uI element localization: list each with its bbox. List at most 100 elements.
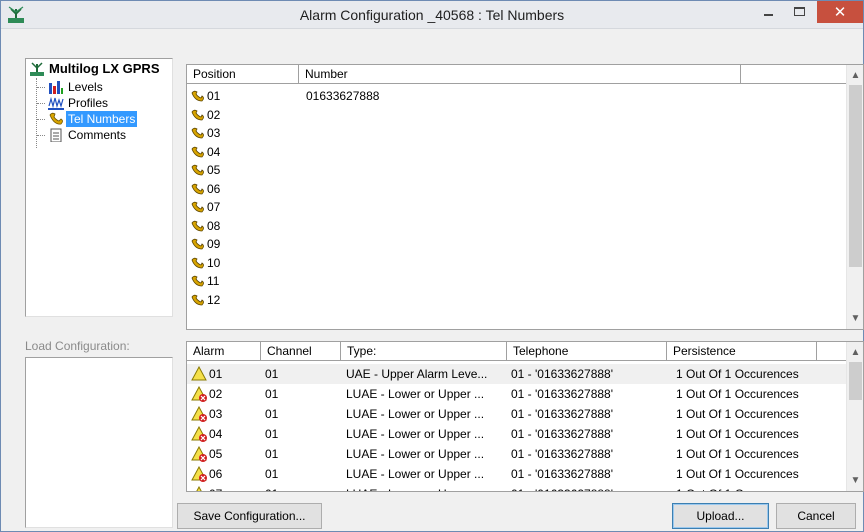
position-value: 10 [207,255,221,270]
position-cell: 05 [191,161,301,179]
position-cell: 06 [191,180,301,198]
antenna-icon [30,62,44,76]
alarm-row[interactable]: 04 01 LUAE - Lower or Upper ... 01 - '01633… [187,424,847,444]
column-header-telephone[interactable]: Telephone [507,342,667,361]
bell-disabled-icon [191,446,207,462]
column-header-alarm[interactable]: Alarm [187,342,261,361]
minimize-button[interactable] [753,1,783,25]
tree-item-label: Tel Numbers [66,111,138,127]
column-header-number[interactable]: Number [299,65,741,84]
tel-number-row[interactable]: 06 [187,180,847,198]
scroll-up-icon[interactable]: ▲ [847,344,863,361]
alarm-value: 07 [209,487,222,491]
alarm-row[interactable]: 02 01 LUAE - Lower or Upper ... 01 - '01633… [187,384,847,404]
position-value: 11 [207,274,220,288]
column-header-empty[interactable] [817,342,847,361]
tree-root-label: Multilog LX GPRS [49,61,160,76]
tree-item-levels[interactable]: Levels [48,79,105,95]
configuration-tree[interactable]: Multilog LX GPRS Levels Profiles Tel Num… [25,58,173,317]
alarm-row[interactable]: 01 01 UAE - Upper Alarm Leve... 01 - '01633… [187,364,847,384]
scroll-down-icon[interactable]: ▼ [847,310,863,327]
alarm-cell: 01 [191,364,257,384]
position-value: 01 [207,89,221,103]
telephone-cell: 01 - '01633627888' [511,407,614,421]
alarm-row[interactable]: 06 01 LUAE - Lower or Upper ... 01 - '01633… [187,464,847,484]
alarm-value: 01 [209,367,223,381]
alarm-value: 05 [209,447,223,461]
alarm-row[interactable]: 07 01 LUAE - Lower or Upper ... 01 - '01633… [187,484,847,491]
persistence-cell: 1 Out Of 1 Occurences [676,407,799,421]
notepad-icon [50,128,62,142]
load-configuration-list[interactable] [25,357,173,528]
upload-button[interactable]: Upload... [672,503,769,529]
alarms-scrollbar[interactable]: ▲ ▼ [846,342,863,491]
alarms-list[interactable]: Alarm Channel Type: Telephone Persistenc… [186,341,864,492]
tel-numbers-scrollbar[interactable]: ▲ ▼ [846,65,863,329]
tree-item-comments[interactable]: Comments [48,127,128,143]
alarm-row[interactable]: 05 01 LUAE - Lower or Upper ... 01 - '01633… [187,444,847,464]
persistence-cell: 1 Out Of 1 Occurences [676,427,799,441]
maximize-button[interactable] [785,1,815,25]
channel-cell: 01 [265,367,279,381]
alarm-value: 03 [209,407,223,421]
channel-cell: 01 [265,447,279,461]
type-cell: LUAE - Lower or Upper ... [346,387,485,401]
tel-number-row[interactable]: 07 [187,198,847,216]
tel-number-row[interactable]: 12 [187,291,847,309]
telephone-cell: 01 - '01633627888' [511,427,614,441]
channel-cell: 01 [265,407,279,421]
telephone-icon [191,127,204,139]
tel-numbers-list[interactable]: Position Number 01 01633627888 02 03 04 05 06 0… [186,64,864,330]
telephone-icon [191,164,204,176]
telephone-icon [191,220,204,231]
type-cell: LUAE - Lower or Upper ... [346,407,485,421]
tel-number-row[interactable]: 09 [187,235,847,253]
save-configuration-button[interactable]: Save Configuration... [177,503,322,529]
alarm-value: 06 [209,467,223,481]
alarm-cell: 05 [191,444,257,464]
tel-number-row[interactable]: 05 [187,161,847,179]
alarm-cell: 02 [191,384,257,404]
scroll-up-icon[interactable]: ▲ [847,67,863,84]
channel-cell: 01 [265,387,279,401]
bar-chart-icon [49,81,63,94]
alarm-value: 02 [209,387,223,401]
column-header-empty[interactable] [741,65,847,84]
tel-number-row[interactable]: 08 [187,217,847,235]
telephone-icon [191,257,204,268]
type-cell: LUAE - Lower or Upper ... [346,467,485,481]
tree-item-label: Levels [68,80,103,94]
telephone-cell: 01 - '01633627888' [511,387,614,401]
telephone-cell: 01 - '01633627888' [511,367,614,381]
column-header-type[interactable]: Type: [341,342,507,361]
alarm-row[interactable]: 03 01 LUAE - Lower or Upper ... 01 - '01633… [187,404,847,424]
scroll-thumb[interactable] [849,85,862,267]
telephone-icon [191,238,204,250]
alarm-cell: 03 [191,404,257,424]
telephone-cell: 01 - '01633627888' [511,467,614,481]
column-header-channel[interactable]: Channel [261,342,341,361]
tel-number-row[interactable]: 04 [187,143,847,161]
tree-connector [37,87,45,88]
minimize-icon [764,14,773,16]
telephone-cell: 01 - '01633627888' [511,447,614,461]
tree-item-tel-numbers[interactable]: Tel Numbers [48,111,138,127]
tel-number-row[interactable]: 01 01633627888 [187,87,847,105]
title-bar[interactable]: Alarm Configuration _40568 : Tel Numbers… [1,1,863,29]
tel-number-row[interactable]: 02 [187,106,847,124]
tel-number-row[interactable]: 10 [187,254,847,272]
scroll-down-icon[interactable]: ▼ [847,472,863,489]
tel-number-row[interactable]: 11 [187,272,847,290]
close-button[interactable]: ✕ [817,1,863,23]
channel-cell: 01 [265,484,340,491]
number-cell: 01633627888 [306,89,380,103]
column-header-persistence[interactable]: Persistence [667,342,817,361]
scroll-thumb[interactable] [849,362,862,400]
waveform-icon [48,96,64,110]
bell-disabled-icon [191,406,207,422]
tel-number-row[interactable]: 03 [187,124,847,142]
cancel-button[interactable]: Cancel [776,503,856,529]
tree-item-profiles[interactable]: Profiles [48,95,110,111]
tree-root-node[interactable]: Multilog LX GPRS [29,61,162,77]
column-header-position[interactable]: Position [187,65,299,84]
